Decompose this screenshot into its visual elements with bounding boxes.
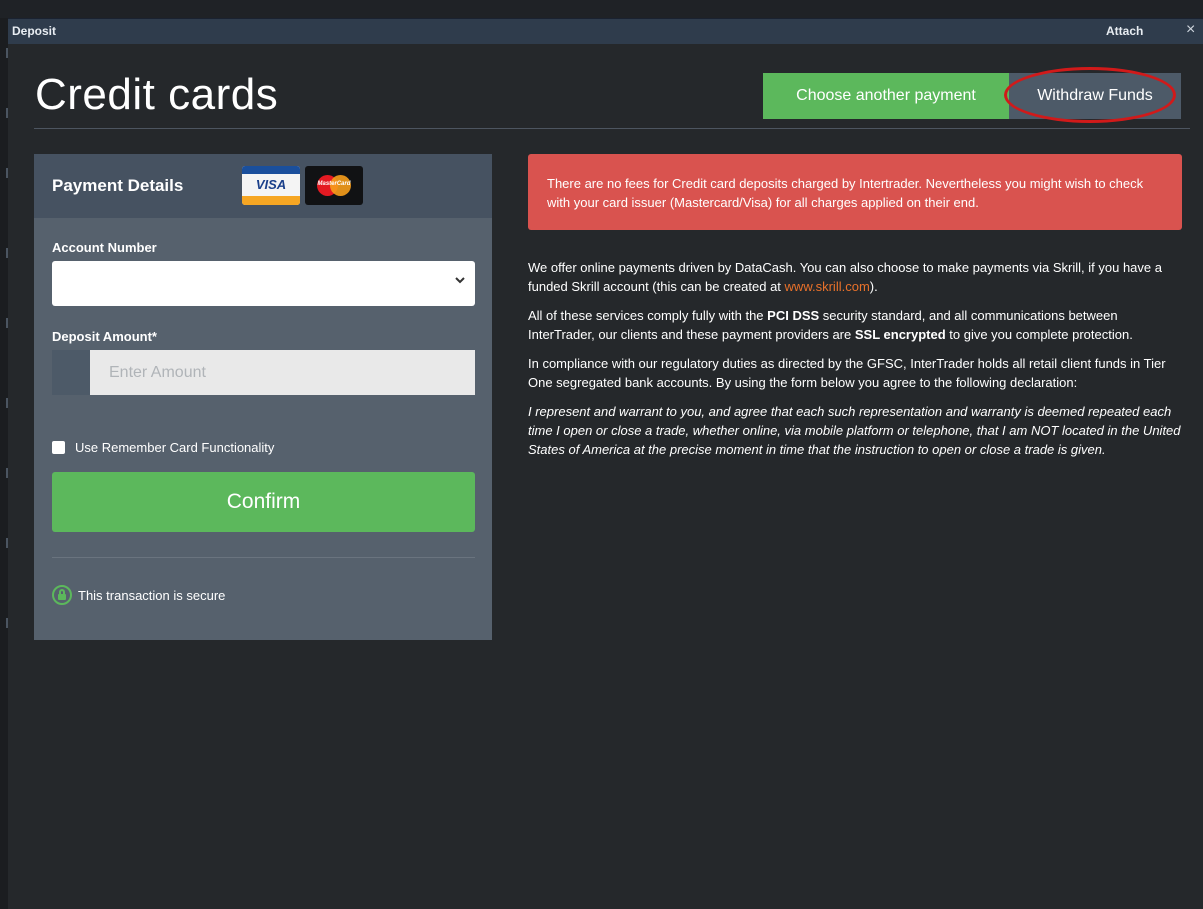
mastercard-logo: MasterCard [305, 166, 363, 205]
top-strip [0, 0, 1203, 18]
lock-icon [52, 585, 72, 605]
choose-another-payment-button[interactable]: Choose another payment [763, 73, 1009, 119]
account-number-select[interactable] [52, 261, 475, 306]
info-paragraph-2: All of these services comply fully with … [528, 308, 1133, 342]
secure-transaction: This transaction is secure [52, 585, 225, 605]
deposit-amount-label: Deposit Amount* [52, 329, 157, 344]
chevron-down-icon [455, 277, 465, 284]
deposit-amount-input[interactable] [90, 350, 475, 395]
deposit-amount-group [52, 350, 475, 395]
page-title: Credit cards [35, 70, 279, 119]
secure-text: This transaction is secure [78, 587, 226, 603]
window-title: Deposit [12, 24, 57, 38]
mastercard-logo-text: MasterCard [317, 181, 351, 187]
currency-addon [52, 350, 90, 395]
remember-card-checkbox[interactable] [52, 441, 65, 454]
window-titlebar: Deposit Attach × [8, 18, 1203, 44]
panel-title: Payment Details [52, 176, 184, 195]
left-edge [0, 18, 8, 909]
payment-details-panel: Payment Details VISA MasterCard Account … [34, 154, 492, 640]
confirm-button[interactable]: Confirm [52, 472, 475, 532]
payment-actions: Choose another payment Withdraw Funds [763, 67, 1181, 123]
panel-header: Payment Details VISA MasterCard [34, 154, 492, 218]
skrill-link[interactable]: www.skrill.com [785, 279, 870, 294]
visa-logo: VISA [242, 166, 300, 205]
panel-divider [52, 557, 475, 558]
info-paragraph-1: We offer online payments driven by DataC… [528, 260, 1162, 294]
payment-info: We offer online payments driven by DataC… [528, 258, 1182, 469]
declaration-text: I represent and warrant to you, and agre… [528, 404, 1181, 457]
withdraw-funds-button[interactable]: Withdraw Funds [1004, 67, 1181, 123]
visa-logo-text: VISA [255, 177, 287, 192]
close-icon[interactable]: × [1186, 21, 1195, 39]
fees-alert: There are no fees for Credit card deposi… [528, 154, 1182, 230]
account-number-label: Account Number [52, 240, 157, 255]
remember-card-row: Use Remember Card Functionality [52, 440, 274, 455]
info-paragraph-3: In compliance with our regulatory duties… [528, 356, 1166, 390]
attach-button[interactable]: Attach [1106, 24, 1143, 38]
withdraw-funds-label: Withdraw Funds [1037, 87, 1153, 104]
main-content: Credit cards Choose another payment With… [8, 44, 1203, 909]
remember-card-label: Use Remember Card Functionality [75, 440, 275, 455]
title-divider [34, 128, 1190, 129]
